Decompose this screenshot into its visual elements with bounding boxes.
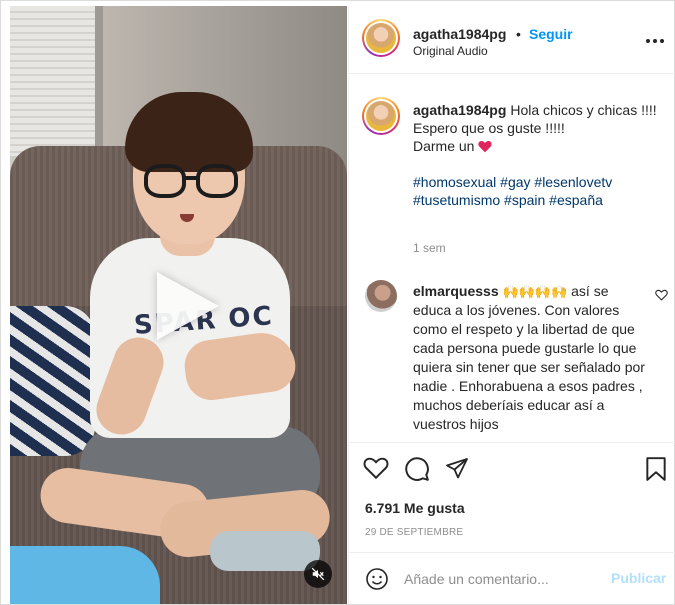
- separator-dot: •: [516, 26, 521, 42]
- raising-hands-emoji: 🙌🙌🙌🙌: [502, 284, 568, 299]
- avatar-ring: [364, 99, 398, 133]
- comment-text: así se educa a los jóvenes. Con valores …: [413, 283, 645, 432]
- add-comment-bar: Publicar: [349, 552, 675, 604]
- hashtag-line-2[interactable]: #tusetumismo #spain #españa: [413, 191, 665, 209]
- more-horizontal-icon[interactable]: [645, 33, 665, 44]
- post-actions: 6.791 Me gusta 29 DE SEPTIEMBRE: [349, 442, 675, 562]
- heart-outline-glyph: [363, 457, 389, 480]
- avatar-image: [366, 101, 396, 131]
- hashtags: #homosexual #gay #lesenlovetv #tusetumis…: [413, 173, 665, 209]
- window-frame: [95, 6, 103, 156]
- glasses-lens-left: [144, 164, 186, 198]
- emoji-smiley-icon[interactable]: [365, 567, 389, 596]
- post-header: agatha1984pg • Seguir Original Audio: [349, 6, 675, 74]
- comment: elmarquesss 🙌🙌🙌🙌 así se educa a los jóve…: [413, 282, 645, 434]
- post-comment-button[interactable]: Publicar: [611, 570, 666, 586]
- comment-bubble-glyph: [405, 457, 429, 481]
- caption-line-3-text: Darme un: [413, 138, 475, 154]
- comment-heart-icon[interactable]: [655, 288, 668, 306]
- commenter-username[interactable]: elmarquesss: [413, 283, 499, 299]
- post-sidebar: agatha1984pg • Seguir Original Audio aga…: [348, 6, 675, 604]
- caption-line-1: Hola chicos y chicas !!!!: [510, 102, 657, 118]
- speaker-muted-glyph: [311, 567, 325, 581]
- hashtag-line-1[interactable]: #homosexual #gay #lesenlovetv: [413, 173, 665, 191]
- caption: agatha1984pg Hola chicos y chicas !!!! Es…: [413, 101, 665, 209]
- like-heart-icon[interactable]: [363, 456, 389, 485]
- comment-bubble-icon[interactable]: [404, 456, 430, 487]
- kid-glasses: [144, 164, 240, 198]
- save-bookmark-icon[interactable]: [645, 456, 667, 487]
- instagram-post-modal: SPAR OC agatha1984pg • Seguir Original A…: [0, 0, 675, 605]
- paper-plane-glyph: [446, 458, 468, 479]
- comments-section[interactable]: agatha1984pg Hola chicos y chicas !!!! Es…: [349, 75, 675, 441]
- avatar-image: [366, 23, 396, 53]
- avatar-ring: [364, 21, 398, 55]
- caption-line-2: Espero que os guste !!!!!: [413, 120, 565, 136]
- window-blind: [10, 6, 95, 156]
- share-paper-plane-icon[interactable]: [444, 456, 470, 485]
- glasses-lens-right: [196, 164, 238, 198]
- post-date[interactable]: 29 DE SEPTIEMBRE: [365, 527, 463, 538]
- comment-input[interactable]: [404, 568, 599, 590]
- caption-username[interactable]: agatha1984pg: [413, 102, 506, 118]
- speaker-muted-icon[interactable]: [304, 560, 332, 588]
- play-icon[interactable]: [157, 272, 219, 340]
- post-video[interactable]: SPAR OC: [10, 6, 347, 604]
- follow-button[interactable]: Seguir: [529, 26, 573, 42]
- red-heart-emoji: [478, 141, 492, 153]
- kid-sock: [210, 531, 320, 571]
- audio-label[interactable]: Original Audio: [413, 44, 488, 58]
- more-dots-glyph: [646, 39, 664, 43]
- blue-blanket: [10, 546, 160, 604]
- author-username[interactable]: agatha1984pg: [413, 26, 506, 42]
- caption-timestamp[interactable]: 1 sem: [413, 241, 446, 255]
- author-avatar[interactable]: [362, 19, 400, 57]
- commenter-avatar[interactable]: [365, 280, 397, 312]
- likes-count[interactable]: 6.791 Me gusta: [365, 500, 465, 516]
- smiley-glyph: [366, 568, 388, 590]
- caption-line-3: Darme un: [413, 137, 665, 155]
- bookmark-glyph: [646, 457, 666, 481]
- striped-pillow: [10, 306, 95, 456]
- heart-outline-glyph: [655, 289, 668, 301]
- caption-author-avatar[interactable]: [362, 97, 400, 135]
